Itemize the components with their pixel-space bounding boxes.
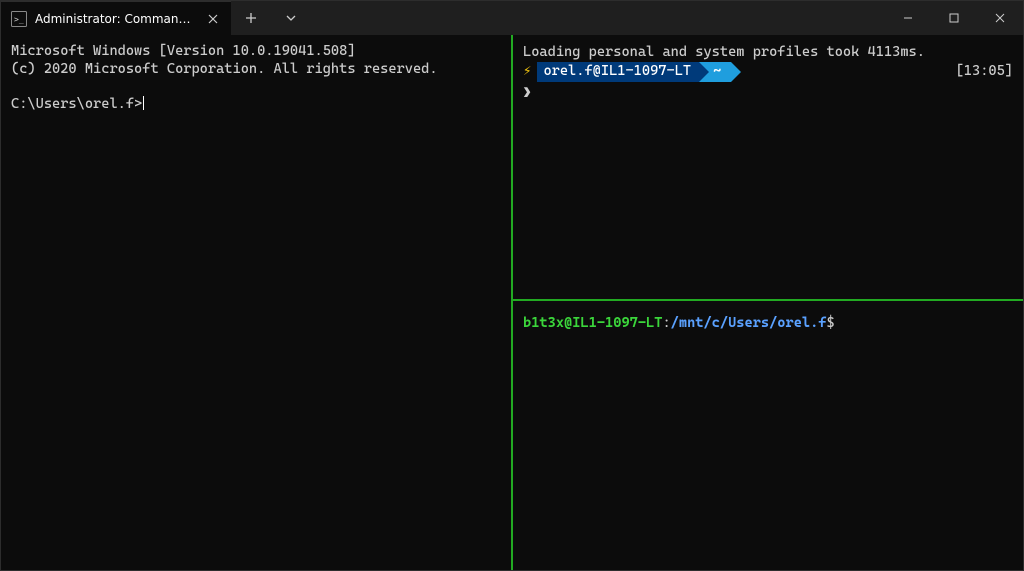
tabstrip: >_ Administrator: Command Prompt xyxy=(1,1,885,35)
new-tab-button[interactable] xyxy=(231,1,271,35)
cmd-pane[interactable]: Microsoft Windows [Version 10.0.19041.50… xyxy=(1,35,511,570)
segment-arrow-icon xyxy=(731,62,741,82)
ps-user-host-segment: orel.f@IL1-1097-LT xyxy=(537,62,699,82)
titlebar: >_ Administrator: Command Prompt xyxy=(1,1,1023,35)
ps-caret: ❯ xyxy=(523,84,1013,103)
cmd-icon: >_ xyxy=(11,11,27,27)
minimize-button[interactable] xyxy=(885,1,931,35)
wsl-colon: : xyxy=(662,315,670,331)
close-icon[interactable] xyxy=(205,11,221,27)
tab-cmd[interactable]: >_ Administrator: Command Prompt xyxy=(1,1,231,35)
ps-time: [13:05] xyxy=(956,62,1013,81)
wsl-pane[interactable]: b1t3x@IL1-1097-LT:/mnt/c/Users/orel.f$ xyxy=(513,301,1023,570)
svg-text:>_: >_ xyxy=(14,15,24,24)
ps-prompt-row: ⚡ orel.f@IL1-1097-LT ~ [13:05] xyxy=(523,62,1013,82)
right-column: Loading personal and system profiles too… xyxy=(513,35,1023,570)
lightning-icon: ⚡ xyxy=(523,62,531,81)
cmd-line: Microsoft Windows [Version 10.0.19041.50… xyxy=(11,43,356,59)
close-window-button[interactable] xyxy=(977,1,1023,35)
wsl-user-host: b1t3x@IL1-1097-LT xyxy=(523,315,662,331)
tab-title: Administrator: Command Prompt xyxy=(35,12,197,26)
cmd-line: (c) 2020 Microsoft Corporation. All righ… xyxy=(11,61,438,77)
segment-arrow-icon xyxy=(699,62,709,82)
window-controls xyxy=(885,1,1023,35)
tab-dropdown[interactable] xyxy=(271,1,311,35)
wsl-path: /mnt/c/Users/orel.f xyxy=(671,315,827,331)
powershell-pane[interactable]: Loading personal and system profiles too… xyxy=(513,35,1023,299)
maximize-button[interactable] xyxy=(931,1,977,35)
terminal-window: >_ Administrator: Command Prompt xyxy=(0,0,1024,571)
wsl-dollar: $ xyxy=(827,315,835,331)
cmd-prompt: C:\Users\orel.f> xyxy=(11,96,142,112)
panes: Microsoft Windows [Version 10.0.19041.50… xyxy=(1,35,1023,570)
ps-loading-line: Loading personal and system profiles too… xyxy=(523,43,1013,62)
cursor-icon xyxy=(143,96,144,110)
